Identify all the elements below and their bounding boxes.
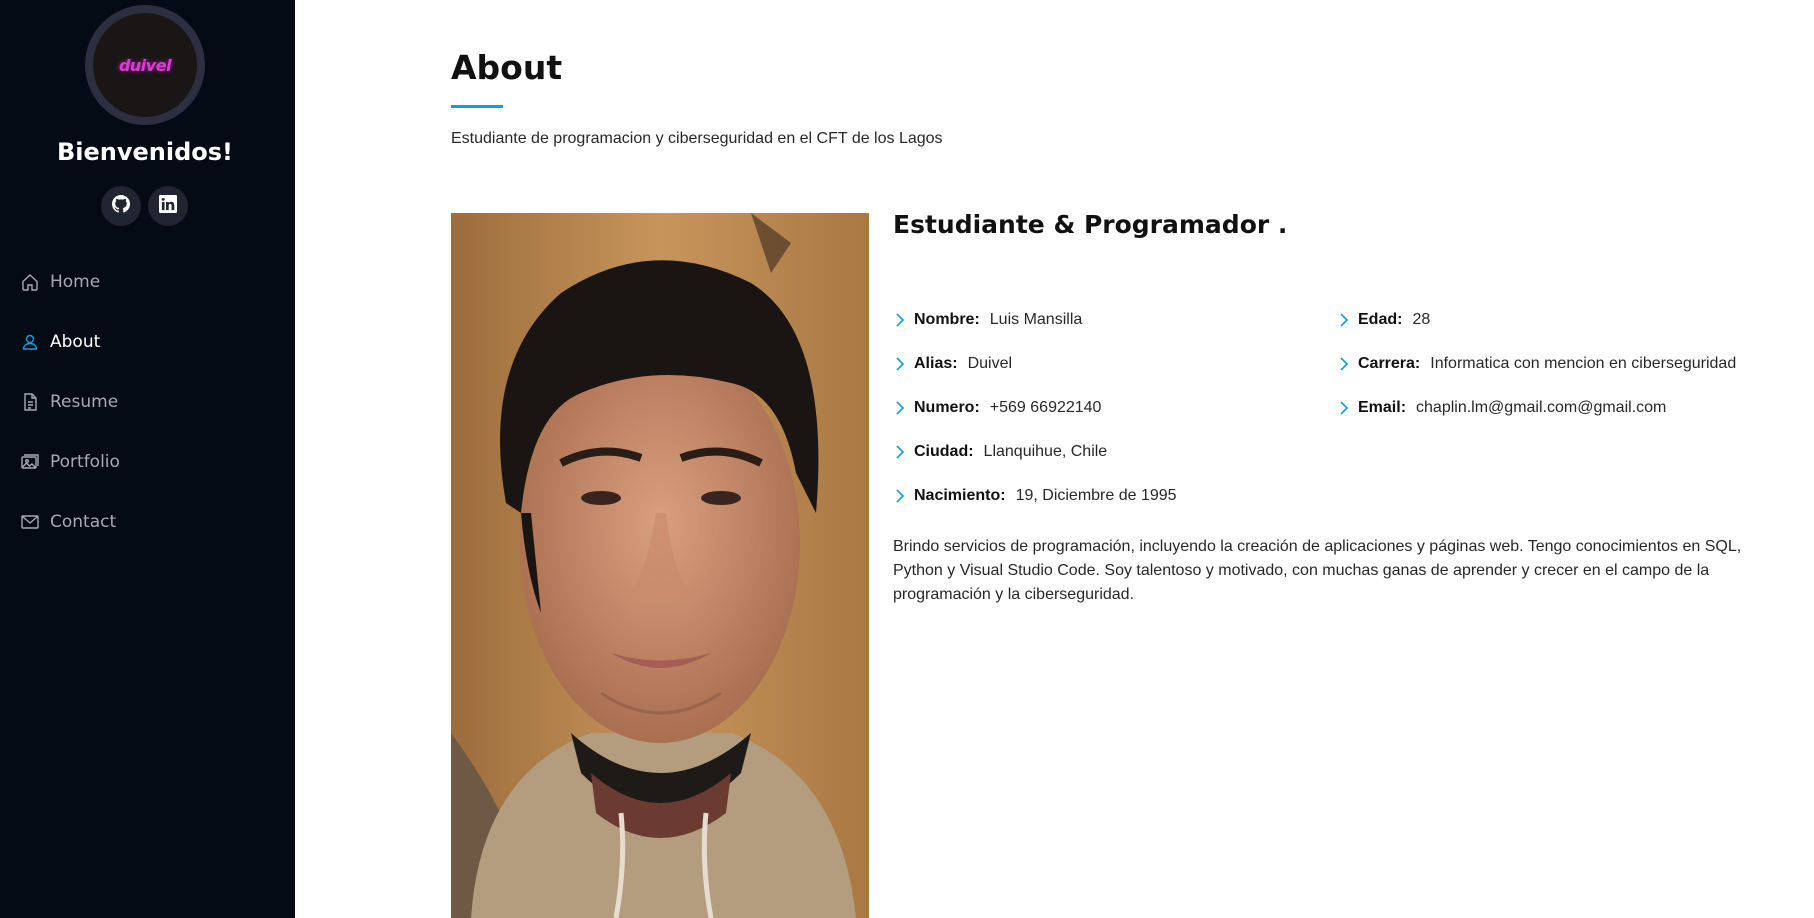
info-item-carrera: Carrera: Informatica con mencion en cibe… (1337, 342, 1736, 386)
home-icon (20, 272, 40, 292)
avatar-image: duivel (93, 13, 197, 117)
chevron-right-icon (1337, 312, 1351, 328)
info-label: Nacimiento: (914, 487, 1006, 504)
nav-item-contact[interactable]: Contact (0, 492, 295, 552)
nav-label-resume: Resume (50, 392, 119, 412)
info-label: Nombre: (914, 311, 980, 328)
nav-label-contact: Contact (50, 512, 117, 532)
nav-item-home[interactable]: Home (0, 252, 295, 312)
content-heading: Estudiante & Programador . (893, 210, 1288, 239)
info-item-ciudad: Ciudad: Llanquihue, Chile (893, 430, 1177, 474)
profile-photo (451, 213, 869, 918)
info-list-left: Nombre: Luis Mansilla Alias: Duivel Nume… (893, 298, 1177, 518)
chevron-right-icon (893, 356, 907, 372)
info-value: Llanquihue, Chile (983, 443, 1108, 460)
info-value: Duivel (967, 355, 1013, 372)
main-nav: Home About Resume Portfolio Contact (0, 252, 295, 552)
about-section: About Estudiante de programacion y ciber… (451, 0, 1771, 918)
info-value: Luis Mansilla (989, 311, 1083, 328)
info-label: Edad: (1358, 311, 1403, 328)
linkedin-icon (159, 194, 177, 218)
info-value: Informatica con mencion en cibersegurida… (1430, 355, 1737, 372)
info-value: 19, Diciembre de 1995 (1015, 487, 1177, 504)
page-title: About (451, 48, 563, 87)
github-link[interactable] (101, 186, 141, 226)
info-label: Carrera: (1358, 355, 1421, 372)
info-item-numero: Numero: +569 66922140 (893, 386, 1177, 430)
info-item-nombre: Nombre: Luis Mansilla (893, 298, 1177, 342)
chevron-right-icon (1337, 356, 1351, 372)
chevron-right-icon (893, 400, 907, 416)
info-value: 28 (1412, 311, 1431, 328)
info-item-email: Email: chaplin.lm@gmail.com@gmail.com (1337, 386, 1736, 430)
file-icon (20, 392, 40, 412)
images-icon (20, 452, 40, 472)
chevron-right-icon (893, 488, 907, 504)
info-list-right: Edad: 28 Carrera: Informatica con mencio… (1337, 298, 1736, 430)
nav-label-portfolio: Portfolio (50, 452, 120, 472)
info-value: chaplin.lm@gmail.com@gmail.com (1416, 399, 1667, 416)
chevron-right-icon (893, 312, 907, 328)
profile-avatar: duivel (85, 5, 205, 125)
linkedin-link[interactable] (148, 186, 188, 226)
title-underline (451, 105, 503, 108)
nav-item-resume[interactable]: Resume (0, 372, 295, 432)
nav-item-portfolio[interactable]: Portfolio (0, 432, 295, 492)
github-icon (112, 194, 130, 218)
person-icon (20, 332, 40, 352)
info-item-nacimiento: Nacimiento: 19, Diciembre de 1995 (893, 474, 1177, 518)
about-intro: Estudiante de programacion y ciberseguri… (451, 130, 943, 147)
chevron-right-icon (893, 444, 907, 460)
about-description: Brindo servicios de programación, incluy… (893, 538, 1742, 603)
sidebar: duivel Bienvenidos! Home About Resume Po… (0, 0, 295, 918)
info-item-edad: Edad: 28 (1337, 298, 1736, 342)
envelope-icon (20, 512, 40, 532)
avatar-logo-text: duivel (118, 55, 172, 75)
info-value: +569 66922140 (989, 399, 1102, 416)
info-label: Ciudad: (914, 443, 974, 460)
info-label: Email: (1358, 399, 1407, 416)
welcome-heading: Bienvenidos! (56, 138, 233, 166)
info-label: Numero: (914, 399, 980, 416)
nav-label-home: Home (50, 272, 101, 292)
chevron-right-icon (1337, 400, 1351, 416)
nav-label-about: About (50, 332, 101, 352)
info-item-alias: Alias: Duivel (893, 342, 1177, 386)
info-label: Alias: (914, 355, 958, 372)
nav-item-about[interactable]: About (0, 312, 295, 372)
